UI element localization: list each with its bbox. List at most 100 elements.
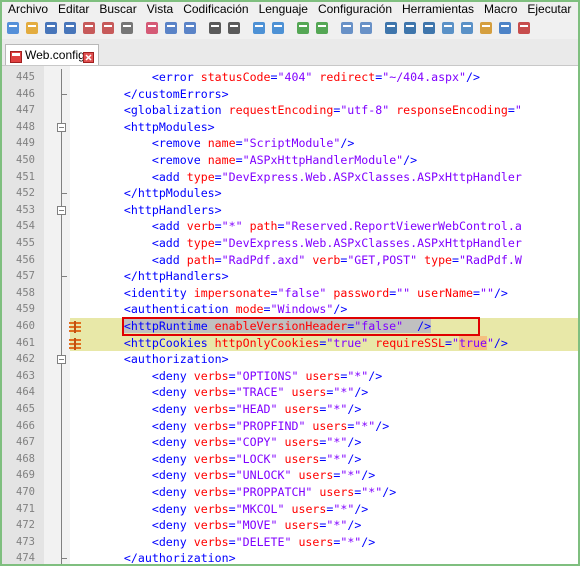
print-icon[interactable] xyxy=(119,20,135,36)
fold-toggle-icon[interactable] xyxy=(57,355,66,365)
copy-icon[interactable] xyxy=(163,20,179,36)
code-line[interactable]: 470 <deny verbs="PROPPATCH" users="*"/> xyxy=(2,484,578,501)
line-code: <deny verbs="LOCK" users="*"/> xyxy=(151,451,362,466)
line-number: 455 xyxy=(16,237,35,249)
code-line[interactable]: 453 <httpHandlers> xyxy=(2,202,578,219)
line-code: <remove name="ASPxHttpHandlerModule"/> xyxy=(151,153,418,167)
line-number: 447 xyxy=(16,104,35,117)
line-number: 471 xyxy=(16,502,35,515)
code-line[interactable]: 451 <add type="DevExpress.Web.ASPxClasse… xyxy=(2,169,578,186)
monitor-icon[interactable] xyxy=(497,20,513,36)
code-line[interactable]: 473 <deny verbs="DELETE" users="*"/> xyxy=(2,534,578,551)
code-line[interactable]: 466 <deny verbs="PROPFIND" users="*"/> xyxy=(2,418,578,435)
menu-item-lenguaje[interactable]: Lenguaje xyxy=(253,2,308,16)
record-macro-icon[interactable] xyxy=(516,20,532,36)
menu-item-configuración[interactable]: Configuración xyxy=(312,2,392,16)
code-line[interactable]: 465 <deny verbs="HEAD" users="*"/> xyxy=(2,401,578,418)
find-icon[interactable] xyxy=(251,20,267,36)
code-line[interactable]: 458 <identity impersonate="false" passwo… xyxy=(2,285,578,302)
menu-item-archivo[interactable]: Archivo xyxy=(2,2,48,16)
folder-workspace-icon[interactable] xyxy=(478,20,494,36)
sync-horizontal-icon[interactable] xyxy=(358,20,374,36)
sync-vertical-icon[interactable] xyxy=(339,20,355,36)
file-icon xyxy=(10,49,22,63)
code-line[interactable]: 463 <deny verbs="OPTIONS" users="*"/> xyxy=(2,368,578,385)
code-line[interactable]: 468 <deny verbs="LOCK" users="*"/> xyxy=(2,451,578,468)
line-number: 453 xyxy=(16,203,35,216)
line-number: 450 xyxy=(16,154,35,166)
line-number: 445 xyxy=(16,71,35,83)
tab-close-icon[interactable] xyxy=(83,49,94,63)
code-line[interactable]: 454 <add verb="*" path="Reserved.ReportV… xyxy=(2,218,578,235)
line-number: 452 xyxy=(16,187,35,200)
line-code: </httpModules> xyxy=(123,186,222,201)
zoom-out-icon[interactable] xyxy=(314,20,330,36)
code-line[interactable]: 449 <remove name="ScriptModule"/> xyxy=(2,135,578,152)
change-marker-icon xyxy=(69,337,81,350)
open-file-icon[interactable] xyxy=(24,20,40,36)
menu-item-macro[interactable]: Macro xyxy=(478,2,517,16)
code-line[interactable]: 445 <error statusCode="404" redirect="~/… xyxy=(2,69,578,86)
fold-end-marker xyxy=(61,193,67,195)
fold-toggle-icon[interactable] xyxy=(57,205,66,215)
line-number: 448 xyxy=(16,120,35,133)
save-all-icon[interactable] xyxy=(62,20,78,36)
new-file-icon[interactable] xyxy=(5,20,21,36)
code-editor[interactable]: 445 <error statusCode="404" redirect="~/… xyxy=(2,66,578,564)
line-code: <add path="RadPdf.axd" verb="GET,POST" t… xyxy=(151,252,522,267)
redo-icon[interactable] xyxy=(226,20,242,36)
menu-item-editar[interactable]: Editar xyxy=(52,2,89,16)
code-line[interactable]: 467 <deny verbs="COPY" users="*"/> xyxy=(2,434,578,451)
code-line[interactable]: 446 </customErrors> xyxy=(2,86,578,103)
menu-item-codificación[interactable]: Codificación xyxy=(177,2,248,16)
code-line[interactable]: 450 <remove name="ASPxHttpHandlerModule"… xyxy=(2,152,578,169)
code-line[interactable]: 474 </authorization> xyxy=(2,550,578,564)
menu-item-vista[interactable]: Vista xyxy=(141,2,173,16)
menu-item-herramientas[interactable]: Herramientas xyxy=(396,2,474,16)
line-code: <deny verbs="HEAD" users="*"/> xyxy=(151,402,362,416)
code-line[interactable]: 456 <add path="RadPdf.axd" verb="GET,POS… xyxy=(2,252,578,269)
code-line[interactable]: 461 <httpCookies httpOnlyCookies="true" … xyxy=(2,334,578,352)
undo-icon[interactable] xyxy=(207,20,223,36)
word-wrap-icon[interactable] xyxy=(383,20,399,36)
line-number: 467 xyxy=(16,436,35,449)
zoom-in-icon[interactable] xyxy=(295,20,311,36)
replace-icon[interactable] xyxy=(270,20,286,36)
paste-icon[interactable] xyxy=(182,20,198,36)
code-line[interactable]: 464 <deny verbs="TRACE" users="*"/> xyxy=(2,384,578,401)
line-code: </httpHandlers> xyxy=(123,269,229,284)
toolbar xyxy=(2,17,578,39)
line-code: <remove name="ScriptModule"/> xyxy=(151,136,355,151)
line-number: 473 xyxy=(16,535,35,548)
code-line[interactable]: 469 <deny verbs="UNLOCK" users="*"/> xyxy=(2,467,578,484)
line-code: <add type="DevExpress.Web.ASPxClasses.AS… xyxy=(151,169,522,184)
show-all-chars-icon[interactable] xyxy=(402,20,418,36)
menu-item-ejecutar[interactable]: Ejecutar xyxy=(521,2,571,16)
line-number: 468 xyxy=(16,452,35,465)
tab-web-config[interactable]: Web.config xyxy=(5,44,99,65)
code-line[interactable]: 457 </httpHandlers> xyxy=(2,268,578,285)
function-list-icon[interactable] xyxy=(459,20,475,36)
cut-icon[interactable] xyxy=(144,20,160,36)
code-line[interactable]: 447 <globalization requestEncoding="utf-… xyxy=(2,102,578,119)
code-line[interactable]: 472 <deny verbs="MOVE" users="*"/> xyxy=(2,517,578,534)
code-line[interactable]: 452 </httpModules> xyxy=(2,185,578,202)
close-all-icon[interactable] xyxy=(100,20,116,36)
doc-map-icon[interactable] xyxy=(440,20,456,36)
line-code: <deny verbs="OPTIONS" users="*"/> xyxy=(151,368,383,383)
line-number: 466 xyxy=(16,419,35,432)
close-icon[interactable] xyxy=(81,20,97,36)
indent-guide-icon[interactable] xyxy=(421,20,437,36)
code-line[interactable]: 471 <deny verbs="MKCOL" users="*"/> xyxy=(2,501,578,518)
code-line[interactable]: 459 <authentication mode="Windows"/> xyxy=(2,301,578,318)
menu-item-buscar[interactable]: Buscar xyxy=(93,2,136,16)
notepad-window: Archivo Editar Buscar Vista Codificación Leng… xyxy=(0,0,580,566)
save-icon[interactable] xyxy=(43,20,59,36)
code-line[interactable]: 448 <httpModules> xyxy=(2,119,578,136)
fold-toggle-icon[interactable] xyxy=(57,122,66,132)
line-number: 463 xyxy=(16,369,35,382)
code-line[interactable]: 455 <add type="DevExpress.Web.ASPxClasse… xyxy=(2,235,578,252)
fold-end-marker xyxy=(61,276,67,278)
code-line[interactable]: 462 <authorization> xyxy=(2,351,578,368)
line-code: <httpCookies httpOnlyCookies="true" requ… xyxy=(123,335,508,350)
